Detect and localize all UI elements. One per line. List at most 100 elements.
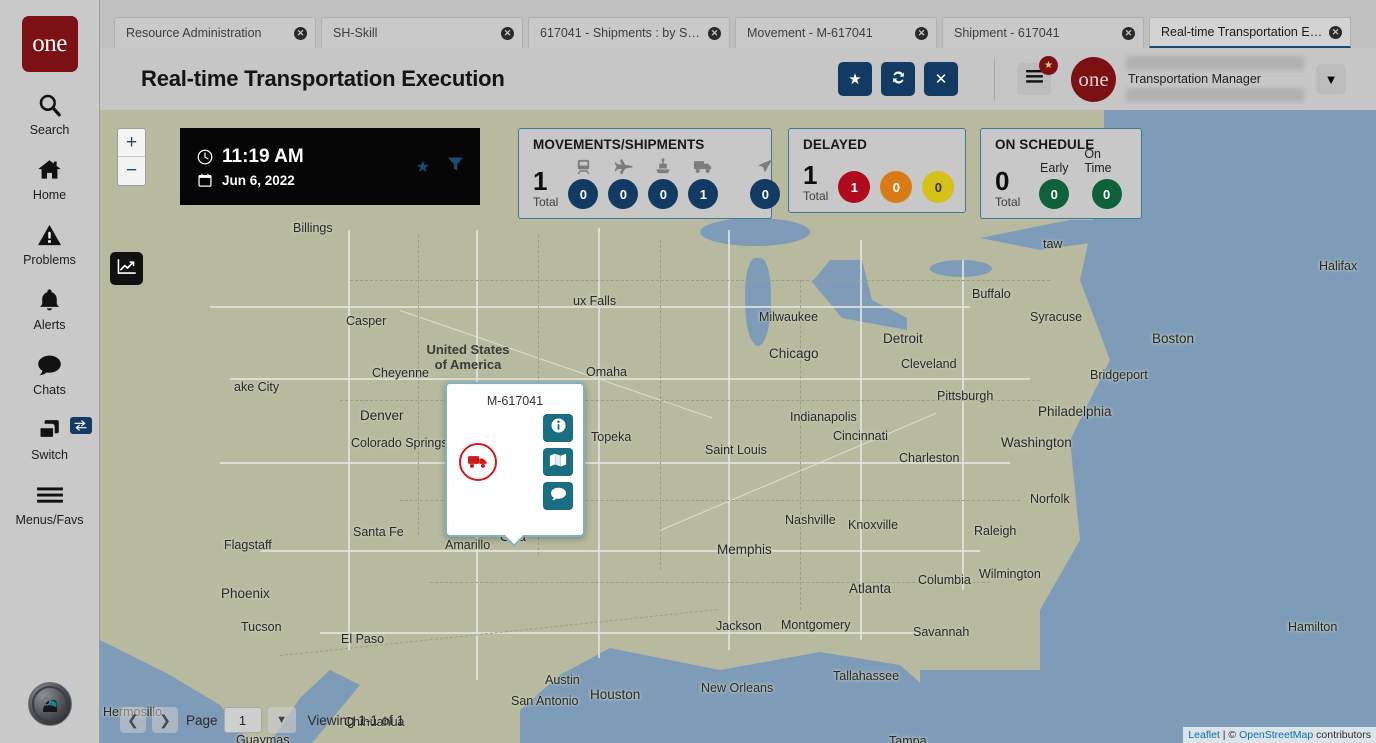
- prev-page-button[interactable]: ❮: [120, 707, 146, 733]
- tab-label: Shipment - 617041: [954, 26, 1060, 40]
- close-button[interactable]: ✕: [924, 62, 958, 96]
- sidebar-label-menus-favs: Menus/Favs: [15, 513, 84, 527]
- card-body: 1 Total 0 0 0 1 0: [533, 154, 781, 209]
- map-city-label: Tampa: [889, 734, 927, 743]
- refresh-button[interactable]: [881, 62, 915, 96]
- clock-rows: 11:19 AM Jun 6, 2022: [196, 146, 416, 188]
- map-city-label: Philadelphia: [1038, 404, 1112, 419]
- openstreetmap-link[interactable]: OpenStreetMap: [1239, 729, 1313, 741]
- map-city-label: Cincinnati: [833, 429, 888, 443]
- chart-panel-button[interactable]: [110, 252, 143, 285]
- metric-air[interactable]: 0: [608, 154, 639, 209]
- zoom-in-button[interactable]: +: [118, 129, 145, 157]
- sidebar-item-search[interactable]: Search: [0, 90, 100, 137]
- tab-real-time-transportation-execution[interactable]: Real-time Transportation Exe... ✕: [1149, 17, 1351, 48]
- leaflet-link[interactable]: Leaflet: [1188, 729, 1220, 741]
- clock-icon: [196, 149, 213, 165]
- send-arrow-icon: [756, 154, 774, 175]
- clock-panel: 11:19 AM Jun 6, 2022 ★: [180, 128, 480, 205]
- next-page-button[interactable]: ❯: [152, 707, 178, 733]
- metric-bubble-moderate[interactable]: 0: [880, 171, 913, 203]
- map-city-label: ux Falls: [573, 294, 617, 308]
- brand-logo[interactable]: one: [21, 16, 78, 72]
- star-icon: ★: [848, 71, 862, 88]
- map-canvas[interactable]: Billings Casper Cheyenne Denver Colorado Spr…: [100, 110, 1376, 743]
- truck-icon: [693, 154, 713, 175]
- sidebar-item-problems[interactable]: Problems: [0, 220, 100, 267]
- ship-icon: [654, 154, 672, 175]
- map-city-label: Norfolk: [1030, 492, 1070, 506]
- calendar-icon: [196, 173, 213, 187]
- zoom-out-button[interactable]: −: [118, 157, 145, 185]
- metric-on-time[interactable]: On Time 0: [1084, 147, 1129, 209]
- metric-early[interactable]: Early 0: [1034, 154, 1074, 209]
- tab-movement-m-617041[interactable]: Movement - M-617041 ✕: [735, 17, 937, 48]
- attrib-contributors: contributors: [1313, 729, 1371, 741]
- map-city-label: Boston: [1152, 331, 1195, 346]
- info-icon: [550, 417, 567, 439]
- tab-close-icon[interactable]: ✕: [915, 26, 928, 40]
- page-select-button[interactable]: ▼: [267, 707, 296, 733]
- metric-bubble-critical[interactable]: 1: [838, 171, 871, 203]
- popup-map-button[interactable]: [543, 448, 573, 476]
- map-city-label: Colorado Springs: [351, 436, 448, 450]
- sidebar-item-menus-favs[interactable]: Menus/Favs: [0, 480, 100, 527]
- tab-sh-skill[interactable]: SH-Skill ✕: [321, 17, 523, 48]
- metric-delayed-moderate[interactable]: 0: [880, 167, 913, 203]
- chat-bubble-icon: [550, 486, 567, 507]
- sidebar-item-chats[interactable]: Chats: [0, 350, 100, 397]
- map-city-label: Syracuse: [1030, 310, 1083, 324]
- metric-bubble-early[interactable]: 0: [1039, 179, 1070, 209]
- sidebar-label-problems: Problems: [23, 253, 76, 267]
- tab-shipment-617041[interactable]: Shipment - 617041 ✕: [942, 17, 1144, 48]
- metric-bubble-truck[interactable]: 1: [688, 179, 719, 209]
- swap-arrows-icon[interactable]: [69, 417, 92, 434]
- favorite-button[interactable]: ★: [838, 62, 872, 96]
- map-city-label: El Paso: [341, 632, 385, 646]
- tab-close-icon[interactable]: ✕: [1329, 25, 1342, 39]
- user-menu-button[interactable]: ▼: [1316, 64, 1346, 94]
- tab-bar: Resource Administration ✕ SH-Skill ✕ 617…: [100, 0, 1376, 48]
- metric-rail[interactable]: 0: [568, 154, 599, 209]
- popup-info-button[interactable]: [543, 414, 573, 442]
- filter-icon[interactable]: [447, 156, 464, 177]
- metric-delayed-critical[interactable]: 1: [838, 167, 871, 203]
- map-city-label: San Antonio: [511, 694, 579, 708]
- page-input[interactable]: [223, 707, 262, 733]
- map-city-label: Denver: [360, 408, 404, 423]
- road-v1: [348, 230, 350, 650]
- tab-resource-administration[interactable]: Resource Administration ✕: [114, 17, 316, 48]
- caribbean-sea: [920, 670, 1160, 743]
- sidebar-item-switch[interactable]: Switch: [0, 415, 100, 462]
- on-schedule-card: ON SCHEDULE 0 Total Early 0 On Time 0: [980, 128, 1142, 219]
- road-h2: [230, 378, 1030, 380]
- map-city-label: Casper: [346, 314, 387, 328]
- sidebar-item-home[interactable]: Home: [0, 155, 100, 202]
- card-total-label: Total: [995, 195, 1021, 209]
- metric-ocean[interactable]: 0: [648, 154, 679, 209]
- star-icon[interactable]: ★: [416, 157, 430, 177]
- metric-bubble-parcel[interactable]: 0: [750, 179, 781, 209]
- sidebar-item-alerts[interactable]: Alerts: [0, 285, 100, 332]
- metric-truck[interactable]: 1: [688, 154, 719, 209]
- tab-close-icon[interactable]: ✕: [1122, 26, 1135, 40]
- menu-button[interactable]: ★: [1017, 56, 1058, 95]
- tab-close-icon[interactable]: ✕: [708, 26, 721, 40]
- tab-close-icon[interactable]: ✕: [294, 26, 307, 40]
- map-city-label: Buffalo: [972, 287, 1011, 301]
- metric-bubble-on-time[interactable]: 0: [1091, 179, 1122, 209]
- metric-bubble-ocean[interactable]: 0: [648, 179, 679, 209]
- metric-bubble-minor[interactable]: 0: [922, 171, 955, 203]
- metric-bubble-air[interactable]: 0: [608, 179, 639, 209]
- metric-parcel[interactable]: 0: [750, 154, 781, 209]
- border-v4: [800, 280, 801, 610]
- map-city-label: Milwaukee: [759, 310, 819, 324]
- page-header: Real-time Transportation Execution ★ ✕ ★…: [100, 48, 1376, 110]
- tab-close-icon[interactable]: ✕: [501, 26, 514, 40]
- metric-delayed-minor[interactable]: 0: [922, 167, 955, 203]
- avatar[interactable]: [28, 682, 72, 726]
- tab-shipments-by-ship[interactable]: 617041 - Shipments : by Ship... ✕: [528, 17, 730, 48]
- metric-bubble-rail[interactable]: 0: [568, 179, 599, 209]
- truck-in-circle-icon[interactable]: [459, 443, 497, 481]
- popup-chat-button[interactable]: [543, 482, 573, 510]
